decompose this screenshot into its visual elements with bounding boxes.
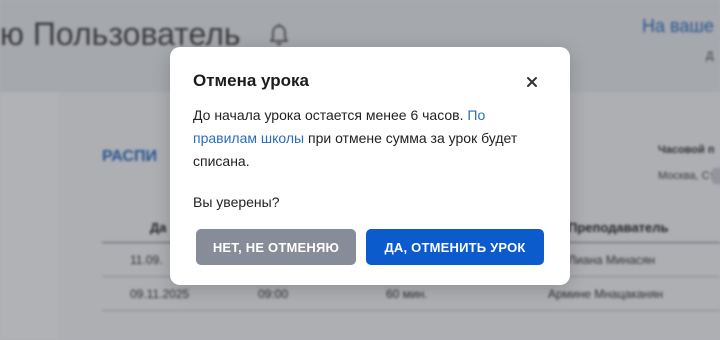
dialog-message: До начала урока остается менее 6 часов. …	[193, 104, 548, 173]
confirmation-question: Вы уверены?	[193, 194, 280, 210]
dialog-title: Отмена урока	[193, 71, 309, 90]
close-icon[interactable]	[524, 74, 540, 90]
keep-lesson-button[interactable]: НЕТ, НЕ ОТМЕНЯЮ	[196, 229, 356, 265]
cancel-lesson-dialog: Отмена урока До начала урока остается ме…	[170, 47, 570, 285]
confirm-cancel-button[interactable]: ДА, ОТМЕНИТЬ УРОК	[366, 229, 544, 265]
message-text: До начала урока остается менее 6 часов.	[193, 107, 464, 123]
